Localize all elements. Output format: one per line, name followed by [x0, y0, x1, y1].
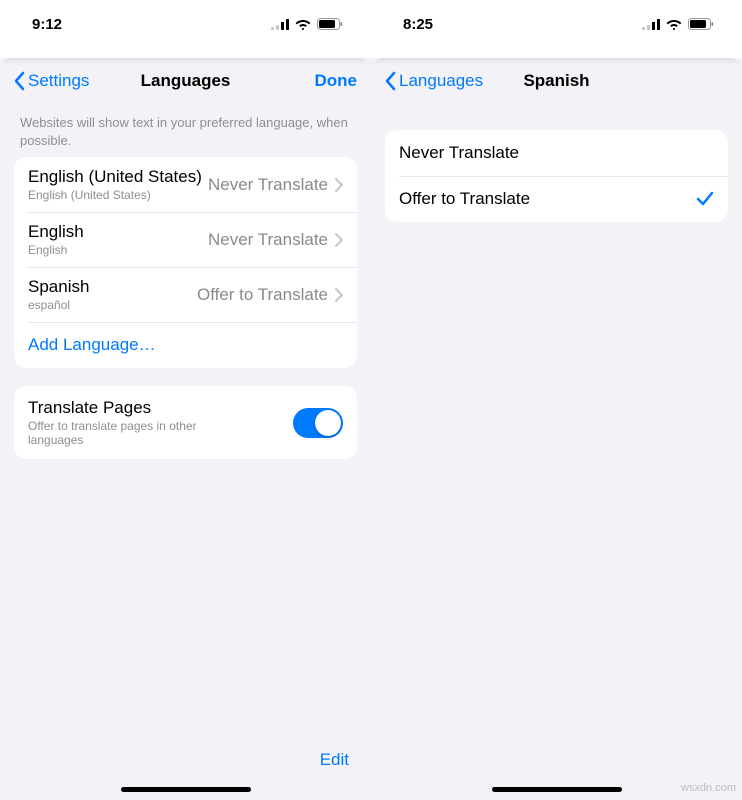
sheet: Settings Languages Done Websites will sh…: [0, 58, 371, 800]
modal-peek: [0, 40, 371, 58]
option-label: Never Translate: [399, 143, 519, 163]
wifi-icon: [666, 18, 682, 30]
back-label: Languages: [399, 71, 483, 91]
chevron-right-icon: [335, 288, 343, 302]
chevron-left-icon: [385, 71, 397, 91]
phone-left: 9:12 Settings Languages Done Websites wi…: [0, 0, 371, 800]
nav-bar: Languages Spanish: [371, 58, 742, 104]
languages-group: English (United States) English (United …: [14, 157, 357, 368]
battery-icon: [317, 18, 343, 30]
language-setting: Never Translate: [208, 230, 328, 250]
footer: Edit: [0, 750, 371, 800]
status-time: 8:25: [403, 16, 433, 33]
edit-button[interactable]: Edit: [320, 750, 349, 769]
checkmark-icon: [696, 191, 714, 207]
language-row[interactable]: Spanish español Offer to Translate: [14, 267, 357, 322]
back-button[interactable]: Languages: [385, 71, 483, 91]
back-button[interactable]: Settings: [14, 71, 89, 91]
language-setting: Offer to Translate: [197, 285, 328, 305]
status-indicators: [271, 18, 343, 30]
status-bar: 9:12: [0, 14, 371, 34]
language-title: English: [28, 222, 84, 242]
option-row[interactable]: Never Translate: [385, 130, 728, 176]
language-sub: español: [28, 298, 89, 312]
modal-peek: [371, 40, 742, 58]
cellular-icon: [642, 19, 660, 30]
home-indicator[interactable]: [492, 787, 622, 792]
language-setting: Never Translate: [208, 175, 328, 195]
language-title: English (United States): [28, 167, 202, 187]
add-language-row[interactable]: Add Language…: [14, 322, 357, 368]
chevron-right-icon: [335, 233, 343, 247]
chevron-left-icon: [14, 71, 26, 91]
nav-bar: Settings Languages Done: [0, 58, 371, 104]
cellular-icon: [271, 19, 289, 30]
translate-pages-title: Translate Pages: [28, 398, 248, 418]
option-row[interactable]: Offer to Translate: [385, 176, 728, 222]
language-title: Spanish: [28, 277, 89, 297]
translate-pages-group: Translate Pages Offer to translate pages…: [14, 386, 357, 459]
watermark: wsxdn.com: [681, 782, 736, 794]
translate-pages-row: Translate Pages Offer to translate pages…: [14, 386, 357, 459]
home-indicator[interactable]: [121, 787, 251, 792]
chevron-right-icon: [335, 178, 343, 192]
language-row[interactable]: English English Never Translate: [14, 212, 357, 267]
translate-pages-sub: Offer to translate pages in other langua…: [28, 419, 248, 447]
section-hint: Websites will show text in your preferre…: [0, 104, 371, 157]
status-indicators: [642, 18, 714, 30]
add-language-label: Add Language…: [28, 335, 156, 355]
options-group: Never Translate Offer to Translate: [385, 130, 728, 222]
spacer: [371, 104, 742, 130]
sheet: Languages Spanish Never Translate Offer …: [371, 58, 742, 800]
wifi-icon: [295, 18, 311, 30]
language-sub: English (United States): [28, 188, 202, 202]
phone-right: 8:25 Languages Spanish Never Translate O: [371, 0, 742, 800]
status-time: 9:12: [32, 16, 62, 33]
done-button[interactable]: Done: [315, 71, 358, 91]
status-area: 9:12: [0, 0, 371, 40]
option-label: Offer to Translate: [399, 189, 530, 209]
battery-icon: [688, 18, 714, 30]
back-label: Settings: [28, 71, 89, 91]
status-area: 8:25: [371, 0, 742, 40]
language-row[interactable]: English (United States) English (United …: [14, 157, 357, 212]
translate-pages-toggle[interactable]: [293, 408, 343, 438]
status-bar: 8:25: [371, 14, 742, 34]
language-sub: English: [28, 243, 84, 257]
